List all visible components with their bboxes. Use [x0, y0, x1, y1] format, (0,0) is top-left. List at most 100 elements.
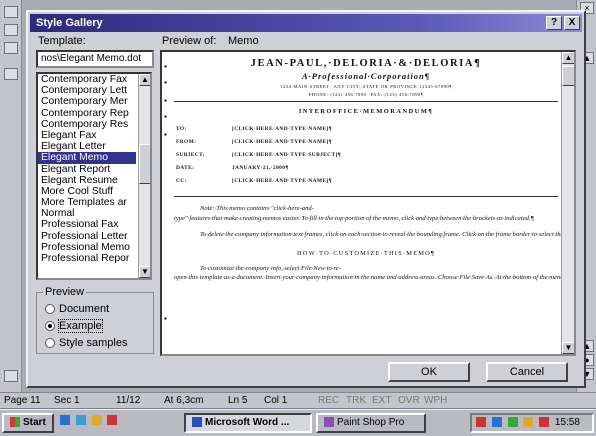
memo-field-name: DATE:	[176, 165, 195, 171]
rule-line	[174, 196, 558, 197]
preview-of-value: Memo	[228, 35, 259, 47]
memo-field-row: CC: [CLICK·HERE·AND·TYPE·NAME]¶	[174, 178, 558, 188]
status-wph[interactable]: WPH	[424, 395, 447, 406]
note-paragraph: Note:·This·memo·contains·"click-here-and…	[174, 205, 535, 222]
start-button[interactable]: Start	[2, 413, 54, 433]
template-list-item[interactable]: Elegant Memo	[38, 152, 136, 164]
browser-icon[interactable]	[75, 415, 86, 426]
template-list-item[interactable]: Elegant Resume	[38, 175, 136, 186]
scroll-down-icon[interactable]: ▼	[562, 342, 574, 354]
template-list-item[interactable]: Professional Repor	[38, 253, 136, 264]
media-icon[interactable]	[107, 415, 118, 426]
scroll-up-icon[interactable]: ▲	[562, 52, 574, 64]
template-list-item[interactable]: More Templates ar	[38, 197, 136, 208]
template-list-item[interactable]: Contemporary Fax	[38, 74, 136, 85]
tray-icon[interactable]	[539, 417, 550, 428]
status-line: Ln 5	[228, 395, 248, 406]
status-rec[interactable]: REC	[318, 395, 339, 406]
help-button[interactable]: ?	[546, 16, 562, 30]
memo-preview-document: JEAN-PAUL,·DELORIA·&·DELORIA¶ A·Professi…	[174, 58, 574, 283]
scroll-thumb[interactable]	[139, 144, 150, 184]
scroll-down-icon[interactable]: ▼	[139, 266, 150, 278]
memo-field-value: [CLICK·HERE·AND·TYPE·SUBJECT]¶	[232, 152, 341, 158]
memo-field-name: FROM:	[176, 139, 197, 145]
radio-style-samples[interactable]: Style samples	[45, 336, 127, 350]
bullet-marker: ▪	[164, 96, 167, 105]
taskbar-psp-button[interactable]: Paint Shop Pro	[316, 413, 426, 433]
firm-tagline: A·Professional·Corporation¶	[301, 71, 431, 81]
template-list-item[interactable]: Contemporary Lett	[38, 85, 136, 96]
template-list-item[interactable]: Normal	[38, 208, 136, 219]
memo-field-name: SUBJECT:	[176, 152, 205, 158]
memo-field-name: CC:	[176, 178, 187, 184]
status-page: Page 11	[4, 395, 41, 406]
memo-field-row: SUBJECT: [CLICK·HERE·AND·TYPE·SUBJECT]¶	[174, 152, 558, 162]
email-icon[interactable]	[91, 415, 102, 426]
open-icon[interactable]	[4, 24, 18, 36]
memo-field-value: [CLICK·HERE·AND·TYPE·NAME]¶	[232, 178, 332, 184]
template-list-item[interactable]: Elegant Letter	[38, 141, 136, 152]
status-section: Sec 1	[54, 395, 80, 406]
template-list-item[interactable]: Contemporary Mer	[38, 96, 136, 107]
status-page-count: 11/12	[116, 395, 141, 406]
ok-button[interactable]: OK	[388, 362, 470, 382]
template-list-item[interactable]: Elegant Fax	[38, 130, 136, 141]
firm-address: 1234·MAIN·STREET··ANY·CITY,·STATE·OR·PRO…	[280, 84, 452, 89]
bullet-marker: ▪	[164, 112, 167, 121]
radio-example-circle[interactable]	[45, 321, 55, 331]
radio-style-samples-circle[interactable]	[45, 338, 55, 348]
cancel-button[interactable]: Cancel	[486, 362, 568, 382]
template-list-item[interactable]: Contemporary Res	[38, 119, 136, 130]
status-ovr[interactable]: OVR	[398, 395, 420, 406]
tray-icon[interactable]	[476, 417, 486, 428]
radio-example-label: Example	[58, 319, 103, 333]
tray-icon[interactable]	[491, 417, 502, 428]
scroll-thumb[interactable]	[562, 66, 574, 86]
paint-shop-pro-icon	[324, 417, 334, 428]
normal-view-icon[interactable]	[4, 370, 18, 382]
radio-document-label: Document	[59, 303, 110, 315]
template-list-item[interactable]: Professional Fax	[38, 219, 136, 230]
windows-taskbar: Start Microsoft Word ... Paint Shop Pro …	[0, 409, 596, 436]
template-list-item[interactable]: Professional Memo	[38, 242, 136, 253]
bullet-marker: ▪	[164, 314, 167, 323]
quick-launch	[58, 413, 180, 433]
template-list-item[interactable]: More Cool Stuff	[38, 186, 136, 197]
template-list-item[interactable]: Contemporary Rep	[38, 108, 136, 119]
scroll-up-icon[interactable]: ▲	[139, 74, 150, 86]
memo-field-name: TO:	[176, 126, 187, 132]
save-icon[interactable]	[4, 42, 18, 54]
radio-example[interactable]: Example	[45, 319, 103, 333]
new-doc-icon[interactable]	[4, 6, 18, 18]
template-name-field[interactable]: nos\Elegant Memo.dot	[36, 50, 154, 68]
status-trk[interactable]: TRK	[346, 395, 366, 406]
radio-document-circle[interactable]	[45, 304, 55, 314]
customize-heading: HOW·TO·CUSTOMIZE·THIS·MEMO¶	[296, 249, 435, 257]
memo-field-row: DATE: JANUARY·21,·2000¶	[174, 165, 558, 175]
taskbar-clock: 15:58	[554, 417, 580, 428]
status-column: Col 1	[264, 395, 288, 406]
word-app-icon	[192, 417, 202, 428]
ruler-tab-icon[interactable]	[4, 68, 18, 80]
radio-document[interactable]: Document	[45, 302, 109, 316]
template-list-item[interactable]: Professional Letter	[38, 231, 136, 242]
windows-logo-icon	[10, 417, 20, 428]
dialog-titlebar[interactable]: Style Gallery ? X	[30, 14, 582, 32]
bullet-marker: ▪	[164, 78, 167, 87]
status-position: At 6,3cm	[164, 395, 204, 406]
close-button[interactable]: X	[564, 16, 580, 30]
preview-scrollbar[interactable]: ▲ ▼	[561, 52, 574, 354]
tray-icon[interactable]	[507, 417, 518, 428]
template-list-item[interactable]: Elegant Report	[38, 164, 136, 175]
bullet-marker: ▪	[164, 62, 167, 71]
template-list[interactable]: Contemporary Fax Contemporary Lett Contemp…	[36, 72, 152, 280]
memo-field-row: TO: [CLICK·HERE·AND·TYPE·NAME]¶	[174, 126, 558, 136]
system-tray: 15:58	[470, 413, 594, 433]
memo-field-value: JANUARY·21,·2000¶	[232, 165, 289, 171]
status-ext[interactable]: EXT	[372, 395, 391, 406]
taskbar-word-button[interactable]: Microsoft Word ...	[184, 413, 312, 433]
desktop-icon[interactable]	[60, 415, 70, 426]
tray-icon[interactable]	[523, 417, 534, 428]
style-gallery-dialog: Style Gallery ? X Template: nos\Elegant …	[26, 10, 586, 388]
template-list-scrollbar[interactable]: ▲ ▼	[138, 74, 150, 278]
